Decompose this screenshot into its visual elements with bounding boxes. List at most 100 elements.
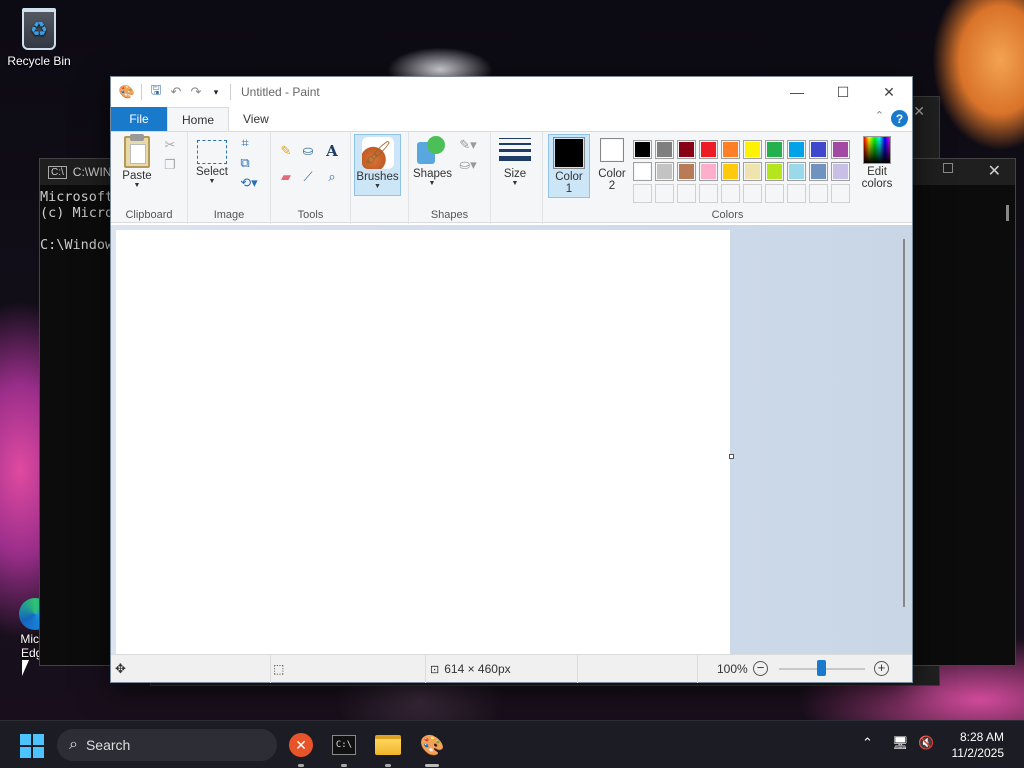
tools-group-label: Tools bbox=[297, 209, 324, 221]
color-picker-icon[interactable]: ⟋ bbox=[299, 168, 317, 186]
palette-swatch[interactable] bbox=[809, 140, 828, 159]
palette-swatch[interactable] bbox=[831, 140, 850, 159]
palette-swatch[interactable] bbox=[743, 162, 762, 181]
palette-swatch[interactable] bbox=[809, 162, 828, 181]
tab-home[interactable]: Home bbox=[167, 107, 230, 131]
search-box[interactable]: ⌕ Search bbox=[57, 729, 277, 761]
paste-button[interactable]: Paste ▼ bbox=[117, 134, 157, 190]
palette-swatch[interactable] bbox=[699, 162, 718, 181]
show-hidden-icons-icon[interactable]: ⌃ bbox=[862, 735, 873, 751]
magnifier-icon[interactable]: ⌕ bbox=[323, 168, 341, 186]
palette-swatch[interactable] bbox=[743, 140, 762, 159]
network-icon[interactable]: 🖥 bbox=[892, 735, 909, 751]
color1-button[interactable]: Color 1 bbox=[548, 134, 590, 198]
close-icon[interactable]: ✕ bbox=[988, 161, 1001, 181]
palette-swatch[interactable] bbox=[677, 184, 696, 203]
palette-swatch[interactable] bbox=[831, 184, 850, 203]
palette-swatch[interactable] bbox=[677, 140, 696, 159]
palette-swatch[interactable] bbox=[721, 140, 740, 159]
cut-icon[interactable]: ✂ bbox=[161, 136, 179, 154]
fill-icon[interactable]: ⛀ bbox=[299, 142, 317, 160]
size-button[interactable]: Size ▼ bbox=[495, 136, 535, 188]
palette-swatch[interactable] bbox=[765, 162, 784, 181]
taskbar-app-x[interactable]: ✕ bbox=[285, 729, 317, 767]
palette-swatch[interactable] bbox=[743, 184, 762, 203]
select-button[interactable]: Select ▼ bbox=[194, 136, 230, 186]
taskbar-file-explorer[interactable] bbox=[372, 729, 404, 767]
palette-swatch[interactable] bbox=[787, 184, 806, 203]
window-title: Untitled - Paint bbox=[241, 85, 320, 99]
save-icon[interactable]: 🖫 bbox=[146, 82, 166, 102]
zoom-out-icon[interactable]: − bbox=[753, 661, 768, 676]
paint-app-icon: 🎨 bbox=[118, 84, 136, 99]
palette-swatch[interactable] bbox=[765, 184, 784, 203]
canvas-workarea[interactable] bbox=[111, 225, 912, 656]
palette-swatch[interactable] bbox=[633, 162, 652, 181]
volume-muted-icon[interactable]: 🔇 bbox=[918, 735, 934, 751]
palette-swatch[interactable] bbox=[765, 140, 784, 159]
palette-swatch[interactable] bbox=[787, 140, 806, 159]
rotate-icon[interactable]: ⟲▾ bbox=[236, 174, 262, 192]
maximize-button[interactable]: ☐ bbox=[820, 77, 866, 107]
tab-view[interactable]: View bbox=[229, 107, 283, 131]
edit-colors-button[interactable]: Edit colors bbox=[855, 134, 899, 190]
palette-swatch[interactable] bbox=[699, 184, 718, 203]
mouse-cursor-icon bbox=[22, 660, 29, 676]
palette-swatch[interactable] bbox=[699, 140, 718, 159]
zoom-slider-thumb[interactable] bbox=[817, 660, 826, 676]
palette-swatch[interactable] bbox=[633, 140, 652, 159]
recycle-bin-icon[interactable]: ♻ Recycle Bin bbox=[4, 8, 74, 68]
palette-swatch[interactable] bbox=[721, 184, 740, 203]
help-icon[interactable]: ? bbox=[891, 110, 908, 127]
palette-swatch[interactable] bbox=[655, 162, 674, 181]
time: 8:28 AM bbox=[959, 730, 1004, 744]
vertical-scrollbar[interactable] bbox=[900, 239, 910, 611]
palette-swatch[interactable] bbox=[721, 162, 740, 181]
palette-swatch[interactable] bbox=[655, 140, 674, 159]
search-placeholder: Search bbox=[85, 737, 131, 753]
palette-swatch[interactable] bbox=[677, 162, 696, 181]
taskbar-terminal[interactable]: C:\ bbox=[328, 729, 360, 767]
clipboard-group: Paste ▼ ✂ ❐ Clipboard bbox=[111, 132, 188, 224]
brushes-button[interactable]: 🖌 Brushes ▼ bbox=[354, 134, 401, 196]
titlebar[interactable]: 🎨 🖫 ↶ ↷ ▾ Untitled - Paint — ☐ ✕ bbox=[111, 77, 912, 107]
tab-file[interactable]: File bbox=[111, 107, 167, 131]
taskbar-paint[interactable]: 🎨 bbox=[416, 729, 448, 767]
minimize-button[interactable]: — bbox=[774, 77, 820, 107]
console-icon: C:\ bbox=[48, 165, 67, 179]
palette-swatch[interactable] bbox=[809, 184, 828, 203]
zoom-level: 100% bbox=[717, 662, 748, 676]
shape-fill-icon[interactable]: ⛀▾ bbox=[455, 156, 481, 174]
undo-icon[interactable]: ↶ bbox=[166, 82, 186, 102]
pencil-icon[interactable]: ✎ bbox=[277, 142, 295, 160]
console-scrollbar[interactable] bbox=[1006, 205, 1009, 221]
search-icon: ⌕ bbox=[69, 736, 78, 753]
copy-icon[interactable]: ❐ bbox=[161, 156, 179, 174]
palette-swatch[interactable] bbox=[655, 184, 674, 203]
close-button[interactable]: ✕ bbox=[866, 77, 912, 107]
zoom-in-icon[interactable]: + bbox=[874, 661, 889, 676]
console-title: C:\WIN bbox=[72, 165, 112, 179]
eraser-icon[interactable]: ▰ bbox=[277, 168, 295, 186]
text-icon[interactable]: A bbox=[323, 142, 341, 160]
customize-quick-access-icon[interactable]: ▾ bbox=[206, 82, 226, 102]
paint-window[interactable]: 🎨 🖫 ↶ ↷ ▾ Untitled - Paint — ☐ ✕ File Ho… bbox=[110, 76, 913, 683]
collapse-ribbon-icon[interactable]: ⌃ bbox=[875, 109, 884, 122]
outline-icon[interactable]: ✎▾ bbox=[455, 136, 481, 154]
color2-button[interactable]: Color 2 bbox=[593, 138, 631, 192]
start-button[interactable] bbox=[20, 734, 44, 758]
redo-icon[interactable]: ↷ bbox=[186, 82, 206, 102]
clock[interactable]: 8:28 AM 11/2/2025 bbox=[952, 729, 1005, 761]
resize-icon[interactable]: ⧉ bbox=[236, 154, 254, 172]
drawing-canvas[interactable] bbox=[116, 230, 730, 656]
palette-swatch[interactable] bbox=[633, 184, 652, 203]
shapes-button[interactable]: Shapes ▼ bbox=[413, 136, 452, 188]
palette-swatch[interactable] bbox=[787, 162, 806, 181]
canvas-resize-handle[interactable] bbox=[729, 454, 734, 459]
taskbar: ⌕ Search ✕ C:\ 🎨 ⌃ 🖥 🔇 8:28 AM 11/2/2025 bbox=[0, 720, 1024, 768]
crop-icon[interactable]: ⌗ bbox=[236, 134, 254, 152]
maximize-icon[interactable] bbox=[943, 163, 953, 173]
palette-swatch[interactable] bbox=[831, 162, 850, 181]
close-icon[interactable]: ✕ bbox=[913, 103, 925, 120]
color1-fill bbox=[555, 139, 583, 167]
